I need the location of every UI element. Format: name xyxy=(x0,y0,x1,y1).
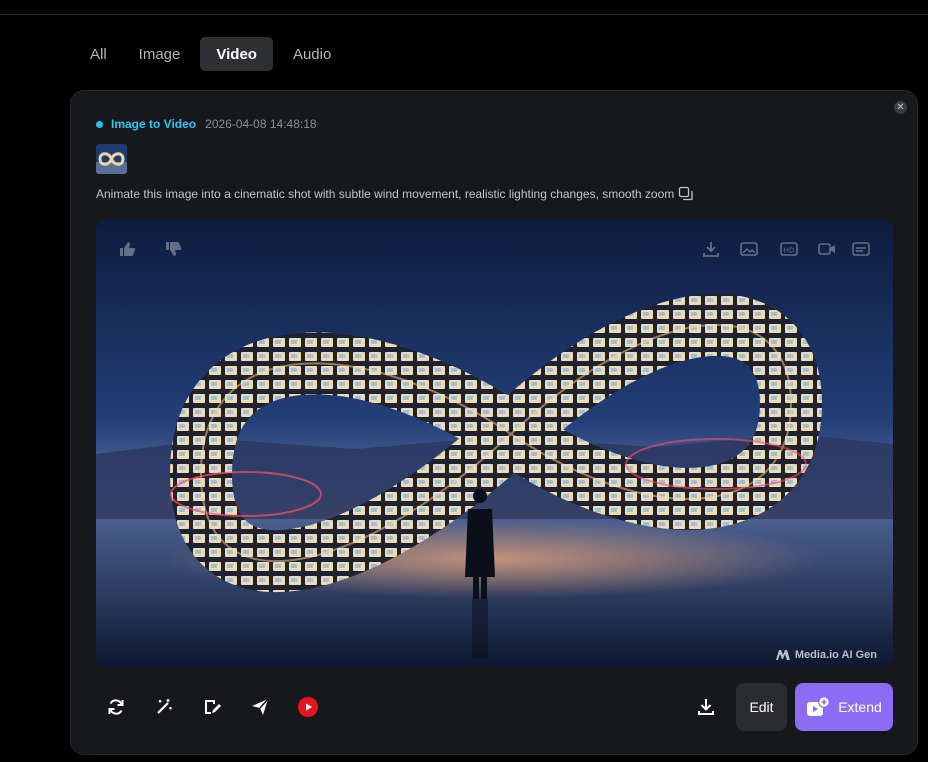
regenerate-icon[interactable] xyxy=(102,693,130,721)
generation-card: ✕ Image to Video 2026-04-08 14:48:18 Ani… xyxy=(70,90,918,755)
thumbs-down-icon[interactable] xyxy=(164,241,182,257)
watermark: Media.io AI Gen xyxy=(775,649,877,661)
svg-text:HD: HD xyxy=(784,247,795,255)
timestamp: 2026-04-08 14:48:18 xyxy=(205,117,317,131)
watermark-text: Media.io AI Gen xyxy=(794,649,877,661)
tab-image[interactable]: Image xyxy=(127,37,193,71)
extend-video-icon xyxy=(807,696,831,716)
tab-all[interactable]: All xyxy=(78,37,119,71)
download-icon[interactable] xyxy=(702,241,720,257)
tab-video[interactable]: Video xyxy=(200,37,273,71)
share-icon[interactable] xyxy=(246,693,274,721)
video-icon[interactable] xyxy=(818,241,836,257)
video-frame-image xyxy=(96,219,893,667)
image-icon[interactable] xyxy=(740,241,758,257)
status-dot xyxy=(96,120,103,128)
prompt-row: Animate this image into a cinematic shot… xyxy=(96,186,694,202)
action-toolbar: Edit Extend xyxy=(96,683,893,731)
mediaio-logo-icon xyxy=(775,650,790,660)
download-icon[interactable] xyxy=(692,693,720,721)
edit-button[interactable]: Edit xyxy=(736,683,787,731)
extend-label: Extend xyxy=(838,699,882,715)
thumbs-up-icon[interactable] xyxy=(118,241,136,257)
filter-tabs: All Image Video Audio xyxy=(78,37,343,71)
hd-icon[interactable]: HD xyxy=(780,241,798,257)
generation-meta: Image to Video 2026-04-08 14:48:18 xyxy=(96,117,317,131)
edit-note-icon[interactable] xyxy=(198,693,226,721)
top-divider xyxy=(0,14,928,15)
source-image-thumbnail[interactable] xyxy=(96,144,127,174)
copy-icon[interactable] xyxy=(678,186,694,202)
extend-button[interactable]: Extend xyxy=(795,683,893,731)
magic-wand-icon[interactable] xyxy=(150,693,178,721)
video-preview[interactable]: HD Media.io AI Gen xyxy=(96,219,893,667)
prompt-text: Animate this image into a cinematic shot… xyxy=(96,187,675,201)
close-icon[interactable]: ✕ xyxy=(894,101,907,114)
tab-audio[interactable]: Audio xyxy=(281,37,343,71)
youtube-icon[interactable] xyxy=(294,693,322,721)
generation-type: Image to Video xyxy=(111,117,197,131)
caption-icon[interactable] xyxy=(852,241,870,257)
